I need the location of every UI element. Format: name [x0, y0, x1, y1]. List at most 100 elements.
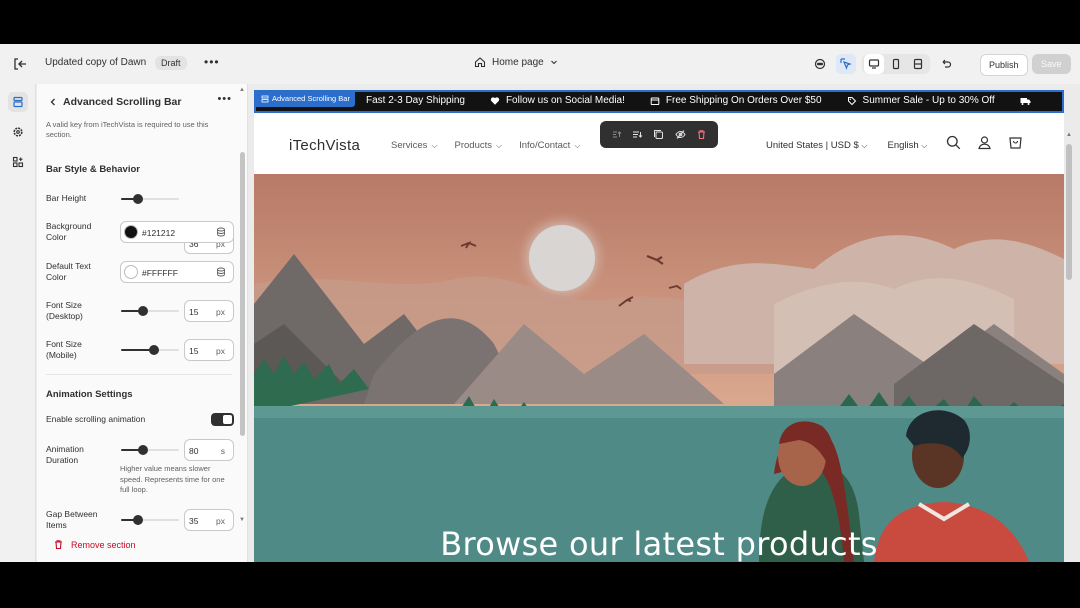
back-arrow-icon[interactable]	[45, 97, 61, 107]
bar-height-label: Bar Height	[46, 193, 87, 203]
background-color-swatch[interactable]	[124, 225, 138, 239]
font-size-desktop-slider[interactable]	[121, 306, 179, 316]
store-preview: Advanced Scrolling Bar Fast 2-3 Day Ship…	[254, 90, 1064, 562]
section-settings-panel: Advanced Scrolling Bar ••• A valid key f…	[37, 84, 248, 562]
announcement-text: Follow us on Social Media!	[505, 95, 625, 106]
font-size-desktop-input[interactable]: 15 px	[184, 300, 234, 322]
section-tag[interactable]: Advanced Scrolling Bar	[256, 92, 355, 107]
section-tag-label: Advanced Scrolling Bar	[272, 94, 350, 103]
localization: United States | USD $ ⌵ English ⌵	[766, 140, 927, 151]
toolbar-icons	[810, 54, 956, 74]
page-selector-label: Home page	[492, 56, 544, 68]
scrolling-announcement-bar[interactable]: Advanced Scrolling Bar Fast 2-3 Day Ship…	[254, 90, 1064, 113]
animation-duration-input[interactable]: 80 s	[184, 439, 234, 461]
gap-label: Gap Between Items	[46, 509, 98, 530]
gear-icon[interactable]	[8, 122, 28, 142]
nav-item-products[interactable]: Products ⌵	[455, 140, 503, 151]
enable-animation-toggle[interactable]	[211, 413, 234, 426]
language-label: English	[887, 140, 919, 151]
sections-icon[interactable]	[8, 92, 28, 112]
undo-icon[interactable]	[936, 54, 956, 74]
announcement-items: Fast 2-3 Day Shipping Follow us on Socia…	[366, 95, 1056, 106]
announcement-item[interactable]	[1020, 95, 1031, 106]
slider-handle[interactable]	[138, 306, 149, 316]
slider-handle[interactable]	[133, 515, 144, 525]
left-rail	[0, 84, 36, 562]
language-selector[interactable]: English ⌵	[887, 140, 927, 151]
default-text-color-picker[interactable]: #FFFFFF	[120, 261, 234, 283]
page-selector[interactable]: Home page	[474, 56, 558, 68]
country-selector[interactable]: United States | USD $ ⌵	[766, 140, 867, 151]
save-button[interactable]: Save	[1032, 54, 1071, 74]
desktop-icon[interactable]	[864, 54, 884, 74]
slider-handle[interactable]	[138, 445, 149, 455]
default-text-color-hex: #FFFFFF	[142, 268, 178, 278]
nav-label: Services	[391, 140, 428, 151]
main-nav: Services ⌵ Products ⌵ Info/Contact ⌵	[391, 140, 580, 151]
panel-more-button[interactable]: •••	[217, 93, 232, 105]
chevron-down-icon: ⌵	[496, 141, 503, 150]
nav-item-services[interactable]: Services ⌵	[391, 140, 438, 151]
delete-icon[interactable]	[696, 129, 707, 140]
hero-banner: Browse our latest products	[254, 174, 1064, 562]
fullscreen-icon[interactable]	[908, 54, 928, 74]
database-icon[interactable]	[216, 267, 226, 277]
gap-value: 35	[189, 516, 199, 526]
gap-slider[interactable]	[121, 515, 179, 525]
editor-topbar: Updated copy of Dawn Draft ••• Home page…	[0, 44, 1080, 84]
preview-scrollbar[interactable]	[1066, 144, 1072, 280]
publish-button[interactable]: Publish	[980, 54, 1028, 76]
remove-section-button[interactable]: Remove section	[53, 539, 136, 550]
chevron-down-icon: ⌵	[431, 141, 438, 150]
announcement-item[interactable]: Follow us on Social Media!	[490, 95, 625, 106]
more-actions-button[interactable]: •••	[204, 55, 220, 69]
tag-icon	[847, 96, 856, 105]
announcement-item[interactable]: Free Shipping On Orders Over $50	[650, 95, 822, 106]
search-icon[interactable]	[946, 135, 961, 150]
move-down-icon[interactable]	[632, 129, 643, 140]
duplicate-icon[interactable]	[653, 129, 664, 140]
exit-icon[interactable]	[12, 56, 28, 72]
account-icon[interactable]	[977, 135, 992, 150]
animation-duration-unit: s	[220, 446, 225, 456]
scroll-down-arrow[interactable]: ▼	[239, 517, 245, 523]
announcement-text: Summer Sale - Up to 30% Off	[862, 95, 995, 106]
database-icon[interactable]	[216, 227, 226, 237]
announcement-item[interactable]: Fast 2-3 Day Shipping	[366, 95, 465, 106]
store-logo[interactable]: iTechVista	[289, 137, 360, 154]
panel-scrollbar[interactable]	[240, 152, 245, 436]
background-color-picker[interactable]: #121212	[120, 221, 234, 243]
animation-heading: Animation Settings	[46, 389, 133, 400]
nav-item-info-contact[interactable]: Info/Contact ⌵	[519, 140, 580, 151]
bar-height-slider[interactable]	[121, 194, 179, 204]
truck-icon	[1020, 97, 1031, 105]
heart-icon	[490, 96, 500, 105]
default-text-color-swatch[interactable]	[124, 265, 138, 279]
slider-handle[interactable]	[149, 345, 160, 355]
slider-handle[interactable]	[133, 194, 144, 204]
font-size-desktop-label: Font Size (Desktop)	[46, 300, 83, 321]
gap-input[interactable]: 35 px	[184, 509, 234, 531]
announcement-item[interactable]: Summer Sale - Up to 30% Off	[847, 95, 995, 106]
nav-label: Products	[454, 140, 493, 151]
preview-scroll-up-arrow[interactable]: ▲	[1066, 132, 1072, 138]
apps-icon[interactable]	[8, 152, 28, 172]
gap-unit: px	[216, 516, 225, 526]
home-icon	[474, 57, 486, 68]
nav-label: Info/Contact	[519, 140, 571, 151]
hide-icon[interactable]	[675, 129, 686, 140]
panel-header: Advanced Scrolling Bar •••	[45, 93, 240, 110]
section-divider	[46, 374, 232, 375]
inspector-icon[interactable]	[836, 54, 856, 74]
announcement-text: Free Shipping On Orders Over $50	[665, 95, 822, 106]
font-size-mobile-input[interactable]: 15 px	[184, 339, 234, 361]
mobile-icon[interactable]	[886, 54, 906, 74]
hero-illustration	[254, 174, 1064, 562]
cart-icon[interactable]	[1008, 135, 1023, 150]
sidekick-icon[interactable]	[810, 54, 830, 74]
font-size-mobile-slider[interactable]	[121, 345, 179, 355]
scroll-up-arrow[interactable]: ▲	[239, 87, 245, 93]
store-title: Updated copy of Dawn	[45, 57, 147, 68]
animation-duration-slider[interactable]	[121, 445, 179, 455]
move-up-icon[interactable]	[611, 129, 622, 140]
